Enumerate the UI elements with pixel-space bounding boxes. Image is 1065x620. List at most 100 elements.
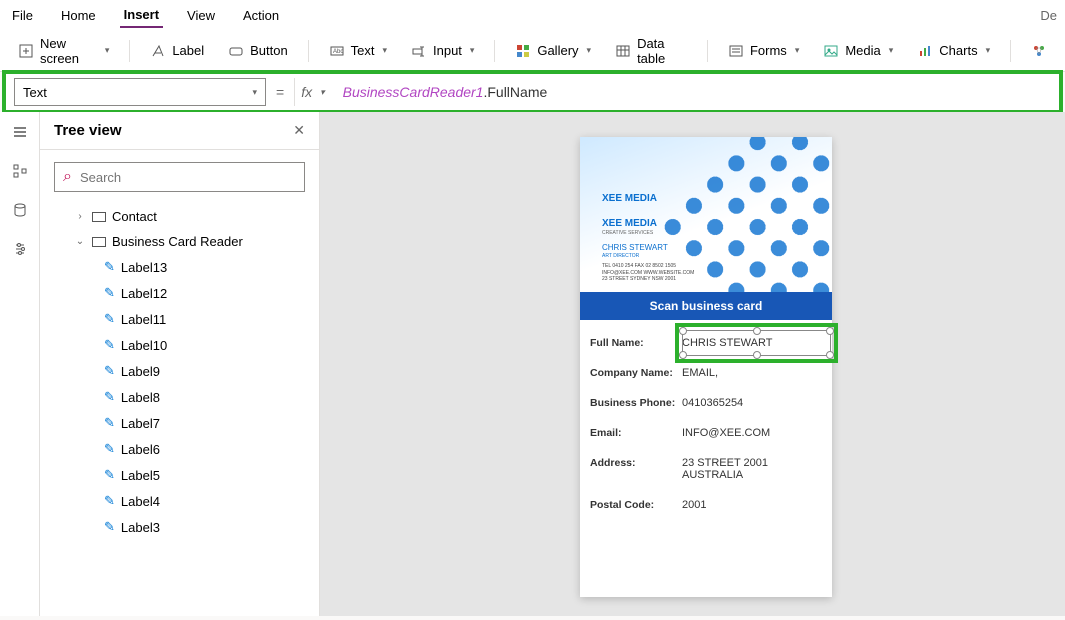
tree-node-label-item[interactable]: ✎Label11 xyxy=(46,306,313,332)
field-row: Full Name:CHRIS STEWART xyxy=(590,328,822,358)
tree-title: Tree view xyxy=(54,122,122,139)
new-screen-icon xyxy=(18,43,34,59)
tree-node-label-item[interactable]: ✎Label13 xyxy=(46,254,313,280)
gallery-button[interactable]: Gallery ▾ xyxy=(505,39,601,63)
settings-icon[interactable] xyxy=(12,241,28,262)
text-btn-label: Text xyxy=(351,43,375,58)
collapse-icon[interactable]: ⌄ xyxy=(74,236,86,247)
ribbon: New screen ▾ Label Button Abc Text ▾ Inp… xyxy=(0,30,1065,72)
menubar: File Home Insert View Action De xyxy=(0,0,1065,30)
tree-node-label-item[interactable]: ✎Label8 xyxy=(46,384,313,410)
tree-node-label: Label12 xyxy=(121,286,167,301)
input-button[interactable]: Input ▾ xyxy=(401,39,484,63)
database-icon[interactable] xyxy=(12,202,28,223)
search-field[interactable] xyxy=(80,170,296,185)
tree-node-label-item[interactable]: ✎Label12 xyxy=(46,280,313,306)
menu-file[interactable]: File xyxy=(8,4,37,27)
menu-view[interactable]: View xyxy=(183,4,219,27)
label-btn-label: Label xyxy=(172,43,204,58)
field-row: Postal Code:2001 xyxy=(590,490,822,520)
charts-btn-label: Charts xyxy=(939,43,977,58)
charts-icon xyxy=(917,43,933,59)
field-value[interactable]: 2001 xyxy=(682,499,822,511)
fx-label[interactable]: fx ▾ xyxy=(294,78,330,106)
tree-node-label: Contact xyxy=(112,209,157,224)
left-rail xyxy=(0,112,40,616)
ai-button[interactable] xyxy=(1021,39,1057,63)
label-icon: ✎ xyxy=(104,441,115,457)
formula-bar: Text ▾ = fx ▾ BusinessCardReader1.FullNa… xyxy=(6,74,1059,110)
field-value[interactable]: 23 STREET 2001 AUSTRALIA xyxy=(682,457,822,481)
label-icon: ✎ xyxy=(104,363,115,379)
charts-button[interactable]: Charts ▾ xyxy=(907,39,1000,63)
tree-node-label: Label9 xyxy=(121,364,160,379)
field-value[interactable]: 0410365254 xyxy=(682,397,822,409)
field-value[interactable]: INFO@XEE.COM xyxy=(682,427,822,439)
field-row: Company Name:EMAIL, xyxy=(590,358,822,388)
tree-node-label-item[interactable]: ✎Label10 xyxy=(46,332,313,358)
tree-node-label: Label4 xyxy=(121,494,160,509)
card-brand: XEE MEDIA xyxy=(602,192,694,205)
chevron-down-icon: ▾ xyxy=(795,45,800,56)
field-label: Address: xyxy=(590,457,682,469)
gallery-btn-label: Gallery xyxy=(537,43,578,58)
canvas[interactable]: XEE MEDIA XEE MEDIA CREATIVE SERVICES CH… xyxy=(320,112,1065,616)
tree-list[interactable]: › Contact ⌄ Business Card Reader ✎Label1… xyxy=(40,204,319,616)
tree-node-label: Label11 xyxy=(121,312,166,327)
chevron-down-icon: ▾ xyxy=(252,87,257,98)
ribbon-separator xyxy=(707,40,708,62)
ribbon-separator xyxy=(1010,40,1011,62)
chevron-down-icon: ▾ xyxy=(320,87,325,98)
tree-node-label-item[interactable]: ✎Label7 xyxy=(46,410,313,436)
chevron-down-icon: ▾ xyxy=(382,45,387,56)
chevron-down-icon: ▾ xyxy=(587,45,592,56)
property-selector[interactable]: Text ▾ xyxy=(14,78,266,106)
hamburger-icon[interactable] xyxy=(12,124,28,145)
tree-node-label: Business Card Reader xyxy=(112,234,243,249)
tree-node-label-item[interactable]: ✎Label5 xyxy=(46,462,313,488)
new-screen-button[interactable]: New screen ▾ xyxy=(8,32,119,70)
tree-node-label: Label8 xyxy=(121,390,160,405)
menu-insert[interactable]: Insert xyxy=(120,3,163,28)
field-row: Email:INFO@XEE.COM xyxy=(590,418,822,448)
menu-right-text: De xyxy=(1040,8,1057,23)
field-label: Email: xyxy=(590,427,682,439)
tree-node-label-item[interactable]: ✎ Label4 xyxy=(46,488,313,514)
menu-home[interactable]: Home xyxy=(57,4,100,27)
search-icon: ⌕ xyxy=(63,168,72,186)
ribbon-separator xyxy=(308,40,309,62)
tree-node-label-item[interactable]: ✎Label6 xyxy=(46,436,313,462)
button-button[interactable]: Button xyxy=(218,39,298,63)
tree-node-contact[interactable]: › Contact xyxy=(46,204,313,229)
scan-button[interactable]: Scan business card xyxy=(580,292,832,320)
app-screen[interactable]: XEE MEDIA XEE MEDIA CREATIVE SERVICES CH… xyxy=(580,137,832,597)
label-icon: ✎ xyxy=(104,493,115,509)
tree-node-label-item[interactable]: ✎Label3 xyxy=(46,514,313,540)
formula-input[interactable]: BusinessCardReader1.FullName xyxy=(337,78,1051,106)
forms-icon xyxy=(728,43,744,59)
field-label: Postal Code: xyxy=(590,499,682,511)
tree-view-icon[interactable] xyxy=(12,163,28,184)
screen-icon xyxy=(92,212,106,222)
chevron-down-icon: ▾ xyxy=(986,45,991,56)
data-table-btn-label: Data table xyxy=(637,36,687,66)
tree-node-reader[interactable]: ⌄ Business Card Reader xyxy=(46,229,313,254)
workspace: Tree view ✕ ⌕ › Contact ⌄ Business Card … xyxy=(0,112,1065,616)
forms-button[interactable]: Forms ▾ xyxy=(718,39,809,63)
tree-node-label-item[interactable]: ✎ Label9 xyxy=(46,358,313,384)
label-icon: ✎ xyxy=(104,415,115,431)
close-icon[interactable]: ✕ xyxy=(293,122,305,139)
new-screen-label: New screen xyxy=(40,36,97,66)
media-button[interactable]: Media ▾ xyxy=(813,39,903,63)
field-value[interactable]: EMAIL, xyxy=(682,367,822,379)
field-value[interactable]: CHRIS STEWART xyxy=(682,337,822,349)
label-button[interactable]: Label xyxy=(140,39,214,63)
fields-region: Full Name:CHRIS STEWARTCompany Name:EMAI… xyxy=(580,320,832,528)
search-input[interactable]: ⌕ xyxy=(54,162,305,192)
expand-icon[interactable]: › xyxy=(74,211,86,222)
card-sub: CREATIVE SERVICES xyxy=(602,230,694,237)
text-button[interactable]: Abc Text ▾ xyxy=(319,39,397,63)
formula-bar-highlight: Text ▾ = fx ▾ BusinessCardReader1.FullNa… xyxy=(2,70,1063,114)
data-table-button[interactable]: Data table xyxy=(605,32,697,70)
menu-action[interactable]: Action xyxy=(239,4,283,27)
